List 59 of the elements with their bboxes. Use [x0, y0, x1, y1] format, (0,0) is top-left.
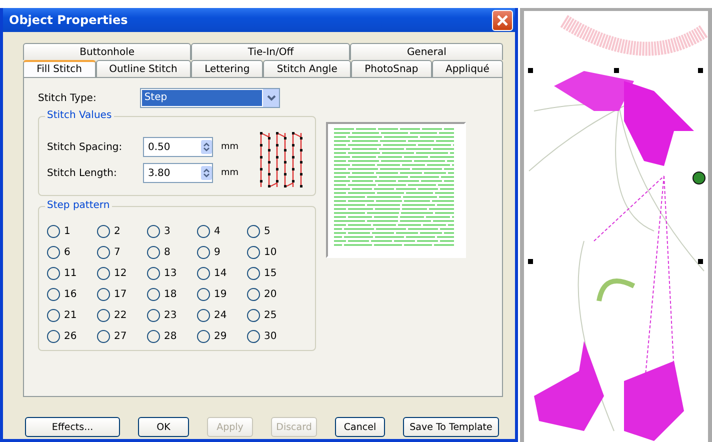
- radio-option[interactable]: 1: [47, 223, 97, 239]
- field-label: Stitch Type:: [38, 92, 96, 104]
- radio-option[interactable]: 30: [247, 328, 297, 344]
- tab[interactable]: Lettering: [190, 60, 264, 77]
- dialog-button[interactable]: Save To Template: [403, 417, 499, 437]
- radio-option[interactable]: 25: [247, 307, 297, 323]
- radio-option[interactable]: 19: [197, 286, 247, 302]
- spin-arrows-icon: [201, 140, 212, 154]
- field-label: Stitch Spacing:: [47, 142, 124, 152]
- radio-option[interactable]: 22: [97, 307, 147, 323]
- radio-option[interactable]: 13: [147, 265, 197, 281]
- radio-option[interactable]: 8: [147, 244, 197, 260]
- radio-option[interactable]: 5: [247, 223, 297, 239]
- field-label: Stitch Length:: [47, 168, 118, 178]
- radio-option[interactable]: 29: [197, 328, 247, 344]
- radio-option[interactable]: 16: [47, 286, 97, 302]
- radio-option[interactable]: 11: [47, 265, 97, 281]
- radio-option[interactable]: 3: [147, 223, 197, 239]
- chevron-down-icon: [266, 95, 276, 101]
- radio-option[interactable]: 26: [47, 328, 97, 344]
- radio-option[interactable]: 27: [97, 328, 147, 344]
- tab[interactable]: Outline Stitch: [96, 60, 191, 77]
- tab[interactable]: Tie-In/Off: [191, 43, 350, 60]
- radio-option[interactable]: 7: [97, 244, 147, 260]
- window-title: Object Properties: [9, 13, 128, 27]
- spin-field[interactable]: 3.80: [143, 163, 213, 183]
- radio-option[interactable]: 15: [247, 265, 297, 281]
- unit-label: mm: [221, 168, 239, 178]
- radio-option[interactable]: 6: [47, 244, 97, 260]
- radio-option[interactable]: 14: [197, 265, 247, 281]
- unit-label: mm: [221, 142, 239, 152]
- radio-option[interactable]: 23: [147, 307, 197, 323]
- tab[interactable]: Stitch Angle: [263, 60, 351, 77]
- radio-option[interactable]: 18: [147, 286, 197, 302]
- tab[interactable]: PhotoSnap: [350, 60, 432, 77]
- radio-option[interactable]: 24: [197, 307, 247, 323]
- tab[interactable]: Appliqué: [432, 60, 504, 77]
- dialog-button[interactable]: Effects...: [25, 417, 120, 437]
- radio-option[interactable]: 9: [197, 244, 247, 260]
- close-button[interactable]: [492, 10, 513, 30]
- tab[interactable]: Buttonhole: [23, 43, 192, 60]
- close-icon: [496, 14, 509, 26]
- group-title: Stitch Values: [45, 110, 114, 121]
- radio-option[interactable]: 28: [147, 328, 197, 344]
- radio-option[interactable]: 4: [197, 223, 247, 239]
- tab[interactable]: General: [350, 43, 504, 60]
- radio-option[interactable]: 21: [47, 307, 97, 323]
- spin-arrows-icon: [201, 166, 212, 180]
- tab[interactable]: Fill Stitch: [23, 60, 96, 77]
- dialog-button[interactable]: OK: [138, 417, 189, 437]
- dialog-button[interactable]: Cancel: [335, 417, 385, 437]
- radio-option[interactable]: 20: [247, 286, 297, 302]
- radio-option[interactable]: 10: [247, 244, 297, 260]
- stitch-type-dropdown[interactable]: Step: [140, 88, 280, 108]
- radio-option[interactable]: 17: [97, 286, 147, 302]
- radio-option[interactable]: 12: [97, 265, 147, 281]
- radio-option[interactable]: 2: [97, 223, 147, 239]
- group-title: Step pattern: [45, 200, 112, 211]
- spin-field[interactable]: 0.50: [143, 137, 213, 157]
